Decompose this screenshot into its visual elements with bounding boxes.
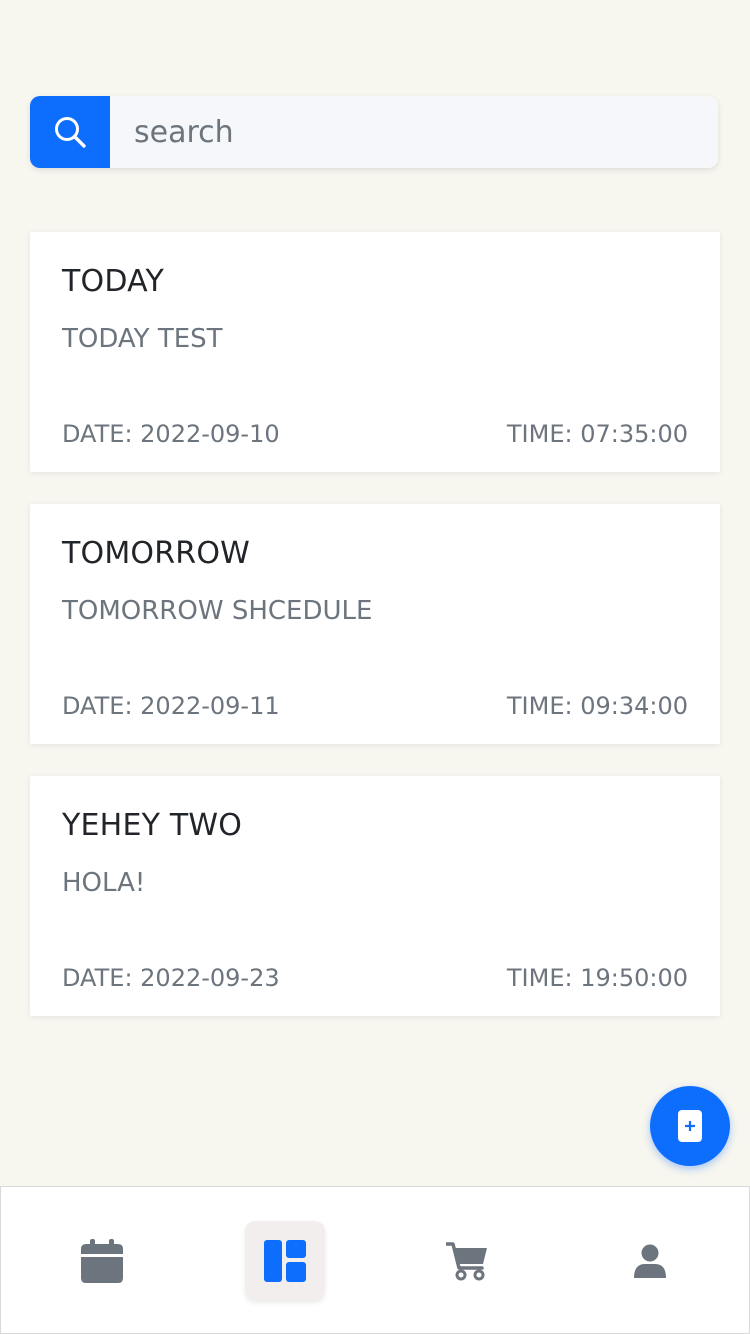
nav-profile[interactable] [610, 1221, 690, 1301]
schedule-title: TODAY [62, 264, 165, 299]
search-button[interactable] [30, 96, 110, 168]
schedule-time: TIME: 07:35:00 [506, 420, 688, 448]
cart-icon [446, 1242, 487, 1281]
nav-dashboard[interactable] [245, 1221, 325, 1301]
schedule-date: DATE: 2022-09-23 [62, 964, 280, 992]
schedule-card[interactable]: TODAY TODAY TEST DATE: 2022-09-10 TIME: … [30, 232, 720, 472]
schedule-title: TOMORROW [62, 536, 251, 571]
schedule-card[interactable]: TOMORROW TOMORROW SHCEDULE DATE: 2022-09… [30, 504, 720, 744]
search-icon [55, 117, 86, 148]
schedule-description: TOMORROW SHCEDULE [62, 596, 373, 626]
dashboard-icon [264, 1240, 306, 1282]
nav-calendar[interactable] [62, 1221, 142, 1301]
schedule-description: TODAY TEST [62, 324, 223, 354]
nav-cart[interactable] [427, 1221, 507, 1301]
add-schedule-button[interactable] [650, 1086, 730, 1166]
schedule-date: DATE: 2022-09-11 [62, 692, 280, 720]
add-note-icon [678, 1110, 702, 1142]
schedule-date: DATE: 2022-09-10 [62, 420, 280, 448]
schedule-title: YEHEY TWO [62, 808, 243, 843]
schedule-card[interactable]: YEHEY TWO HOLA! DATE: 2022-09-23 TIME: 1… [30, 776, 720, 1016]
search-input[interactable] [110, 96, 718, 168]
schedule-time: TIME: 19:50:00 [506, 964, 688, 992]
user-icon [634, 1244, 666, 1278]
schedule-time: TIME: 09:34:00 [506, 692, 688, 720]
schedule-description: HOLA! [62, 868, 146, 898]
calendar-icon [81, 1239, 123, 1283]
bottom-navigation [0, 1186, 750, 1334]
search-bar [30, 96, 718, 168]
